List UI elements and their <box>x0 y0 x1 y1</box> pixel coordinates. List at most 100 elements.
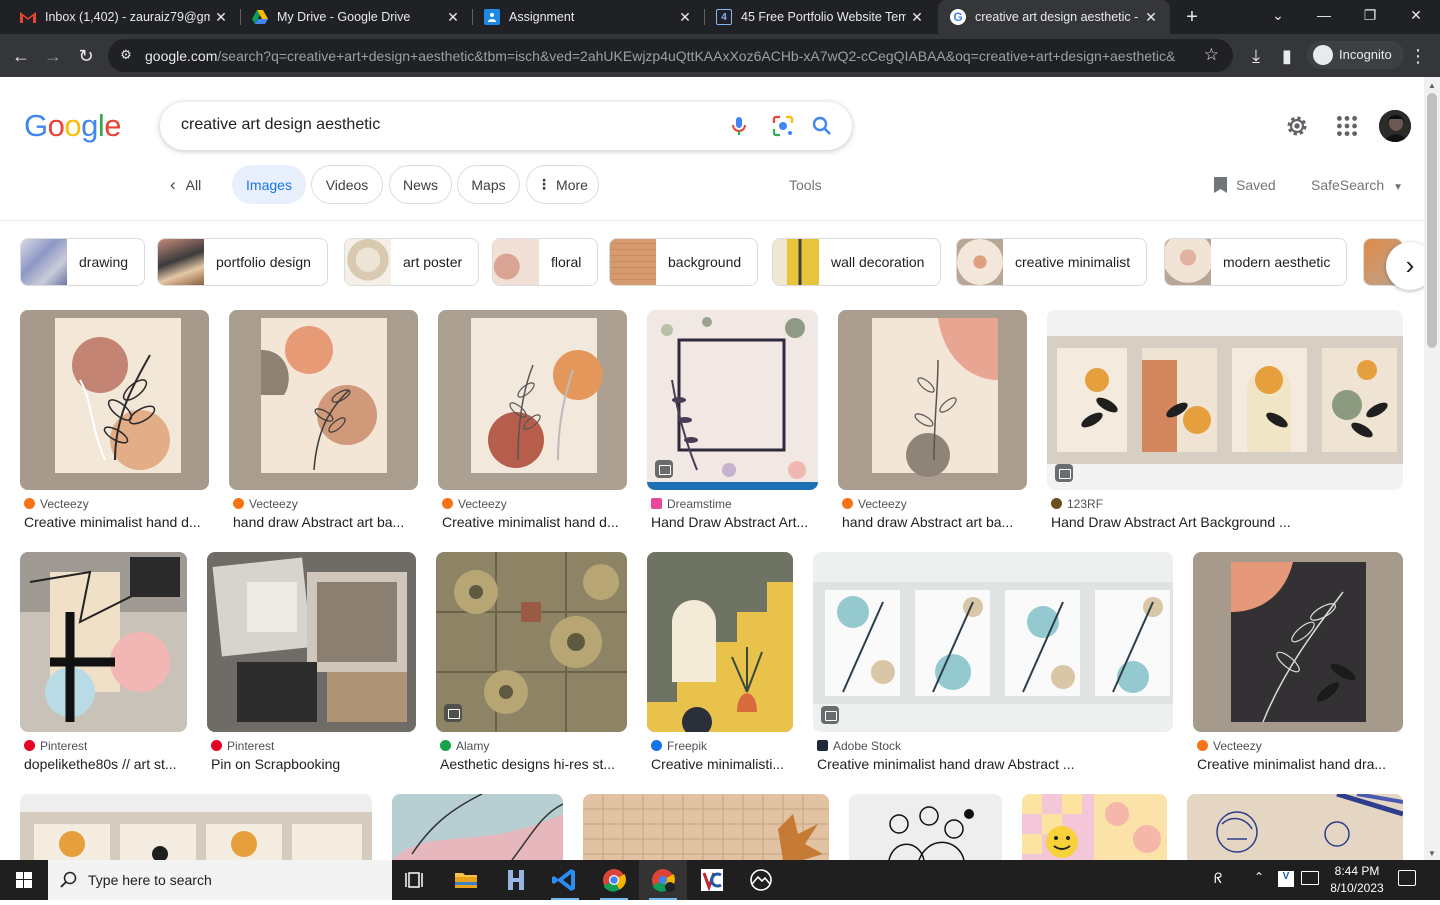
windows-start-button[interactable] <box>0 860 48 900</box>
filter-more[interactable]: ⋮ More <box>526 165 599 204</box>
filter-all[interactable]: ‹ All <box>170 165 222 204</box>
address-bar[interactable]: ⚙ google.com/search?q=creative+art+desig… <box>108 39 1233 72</box>
notifications-icon[interactable] <box>1398 870 1416 886</box>
chrome-incognito-icon[interactable] <box>639 860 687 900</box>
app-vc-icon[interactable] <box>688 860 736 900</box>
result-source[interactable]: Vecteezy <box>1197 739 1262 753</box>
result-title[interactable]: dopelikethe80s // art st... <box>24 756 187 772</box>
close-tab-icon[interactable]: ✕ <box>210 9 232 26</box>
result-thumbnail[interactable] <box>1047 310 1403 490</box>
result-title[interactable]: Hand Draw Abstract Art Background ... <box>1051 514 1403 530</box>
result-thumbnail[interactable] <box>20 310 209 490</box>
taskbar-search-box[interactable]: Type here to search <box>48 860 392 900</box>
back-arrow-icon[interactable]: ← <box>8 43 34 69</box>
result-source[interactable]: Alamy <box>440 739 489 753</box>
result-source[interactable]: 123RF <box>1051 497 1103 511</box>
chevron-up-icon[interactable]: ⌃ <box>1254 870 1264 884</box>
result-source[interactable]: Dreamstime <box>651 497 732 511</box>
filter-videos[interactable]: Videos <box>311 165 383 204</box>
tray-app-icon[interactable]: V <box>1278 871 1294 887</box>
result-title[interactable]: Aesthetic designs hi-res st... <box>440 756 627 772</box>
result-thumbnail[interactable] <box>838 310 1027 490</box>
result-thumbnail[interactable] <box>229 310 418 490</box>
file-explorer-icon[interactable] <box>442 860 490 900</box>
close-tab-icon[interactable]: ✕ <box>1140 9 1162 26</box>
safesearch-dropdown[interactable]: SafeSearch ▼ <box>1311 177 1403 193</box>
result-title[interactable]: hand draw Abstract art ba... <box>233 514 418 530</box>
result-thumbnail[interactable] <box>207 552 416 732</box>
result-title[interactable]: Creative minimalist hand dra... <box>1197 756 1403 772</box>
suggestion-chip[interactable]: drawing <box>20 238 146 286</box>
tab-drive[interactable]: My Drive - Google Drive ✕ <box>232 0 473 34</box>
url-text[interactable]: google.com/search?q=creative+art+design+… <box>145 48 1195 64</box>
suggestion-chip[interactable]: wall decoration <box>772 238 942 286</box>
kebab-menu-icon[interactable]: ⋮ <box>1405 43 1431 69</box>
suggestion-chip[interactable]: portfolio design <box>157 238 328 286</box>
tab-search-icon[interactable]: ⌄ <box>1255 0 1301 34</box>
vscode-icon[interactable] <box>541 860 589 900</box>
vertical-scrollbar[interactable]: ▲ ▼ <box>1424 77 1440 860</box>
result-source[interactable]: Vecteezy <box>24 497 89 511</box>
tab-google-search[interactable]: G creative art design aesthetic - Google… <box>938 0 1170 34</box>
suggestion-chip[interactable]: floral <box>492 238 599 286</box>
result-source[interactable]: Adobe Stock <box>817 739 901 753</box>
result-thumbnail[interactable] <box>583 794 829 860</box>
result-title[interactable]: Creative minimalist hand draw Abstract .… <box>817 756 1173 772</box>
result-thumbnail[interactable] <box>20 794 372 860</box>
search-icon[interactable] <box>810 114 834 138</box>
close-tab-icon[interactable]: ✕ <box>442 9 464 26</box>
google-apps-icon[interactable] <box>1334 113 1360 139</box>
close-window-button[interactable]: ✕ <box>1393 0 1439 34</box>
result-title[interactable]: Creative minimalisti... <box>651 756 793 772</box>
task-view-icon[interactable] <box>392 860 440 900</box>
result-thumbnail[interactable] <box>20 552 187 732</box>
suggestion-chip[interactable]: modern aesthetic <box>1164 238 1348 286</box>
search-box[interactable]: creative art design aesthetic <box>160 102 852 150</box>
result-source[interactable]: Vecteezy <box>233 497 298 511</box>
result-source[interactable]: Vecteezy <box>442 497 507 511</box>
result-title[interactable]: Pin on Scrapbooking <box>211 756 416 772</box>
filter-images[interactable]: Images <box>232 165 306 204</box>
site-info-icon[interactable]: ⚙ <box>118 47 134 63</box>
result-thumbnail[interactable] <box>647 310 818 490</box>
restore-button[interactable]: ❐ <box>1347 0 1393 34</box>
filter-maps[interactable]: Maps <box>457 165 520 204</box>
visual-studio-icon[interactable] <box>492 860 540 900</box>
result-thumbnail[interactable] <box>436 552 627 732</box>
settings-gear-icon[interactable] <box>1284 113 1310 139</box>
filter-news[interactable]: News <box>389 165 452 204</box>
scroll-down-arrow-icon[interactable]: ▼ <box>1428 849 1436 858</box>
suggestion-chip[interactable]: background <box>609 238 759 286</box>
incognito-indicator[interactable]: Incognito <box>1307 41 1404 69</box>
tools-button[interactable]: Tools <box>789 177 822 193</box>
lens-icon[interactable] <box>771 114 795 138</box>
result-title[interactable]: Creative minimalist hand d... <box>24 514 209 530</box>
tab-assignment[interactable]: Assignment ✕ <box>464 0 705 34</box>
suggestion-chip[interactable]: art poster <box>344 238 480 286</box>
result-thumbnail[interactable] <box>1193 552 1403 732</box>
result-thumbnail[interactable] <box>849 794 1002 860</box>
bookmark-star-icon[interactable]: ☆ <box>1204 45 1219 65</box>
download-icon[interactable]: ⤓ <box>1243 43 1269 69</box>
close-tab-icon[interactable]: ✕ <box>906 9 928 26</box>
minimize-button[interactable]: — <box>1301 0 1347 34</box>
suggestion-chip[interactable]: creative minimalist <box>956 238 1148 286</box>
result-source[interactable]: Pinterest <box>24 739 87 753</box>
result-thumbnail[interactable] <box>1022 794 1167 860</box>
result-thumbnail[interactable] <box>1187 794 1403 860</box>
search-input[interactable]: creative art design aesthetic <box>181 116 380 134</box>
result-thumbnail[interactable] <box>647 552 793 732</box>
scroll-up-arrow-icon[interactable]: ▲ <box>1428 81 1436 90</box>
reload-icon[interactable]: ↻ <box>73 43 99 69</box>
avatar[interactable] <box>1379 110 1411 142</box>
tab-portfolio-templates[interactable]: 4 45 Free Portfolio Website Templates ✕ <box>696 0 936 34</box>
result-title[interactable]: Hand Draw Abstract Art... <box>651 514 818 530</box>
saved-button[interactable]: Saved <box>1214 177 1276 193</box>
chrome-icon[interactable] <box>590 860 638 900</box>
result-thumbnail[interactable] <box>813 552 1173 732</box>
result-thumbnail[interactable] <box>392 794 563 860</box>
people-icon[interactable]: ᖇ <box>1214 870 1222 887</box>
side-panel-icon[interactable]: ▮ <box>1274 43 1300 69</box>
google-logo[interactable]: Google <box>24 108 122 144</box>
close-tab-icon[interactable]: ✕ <box>674 9 696 26</box>
